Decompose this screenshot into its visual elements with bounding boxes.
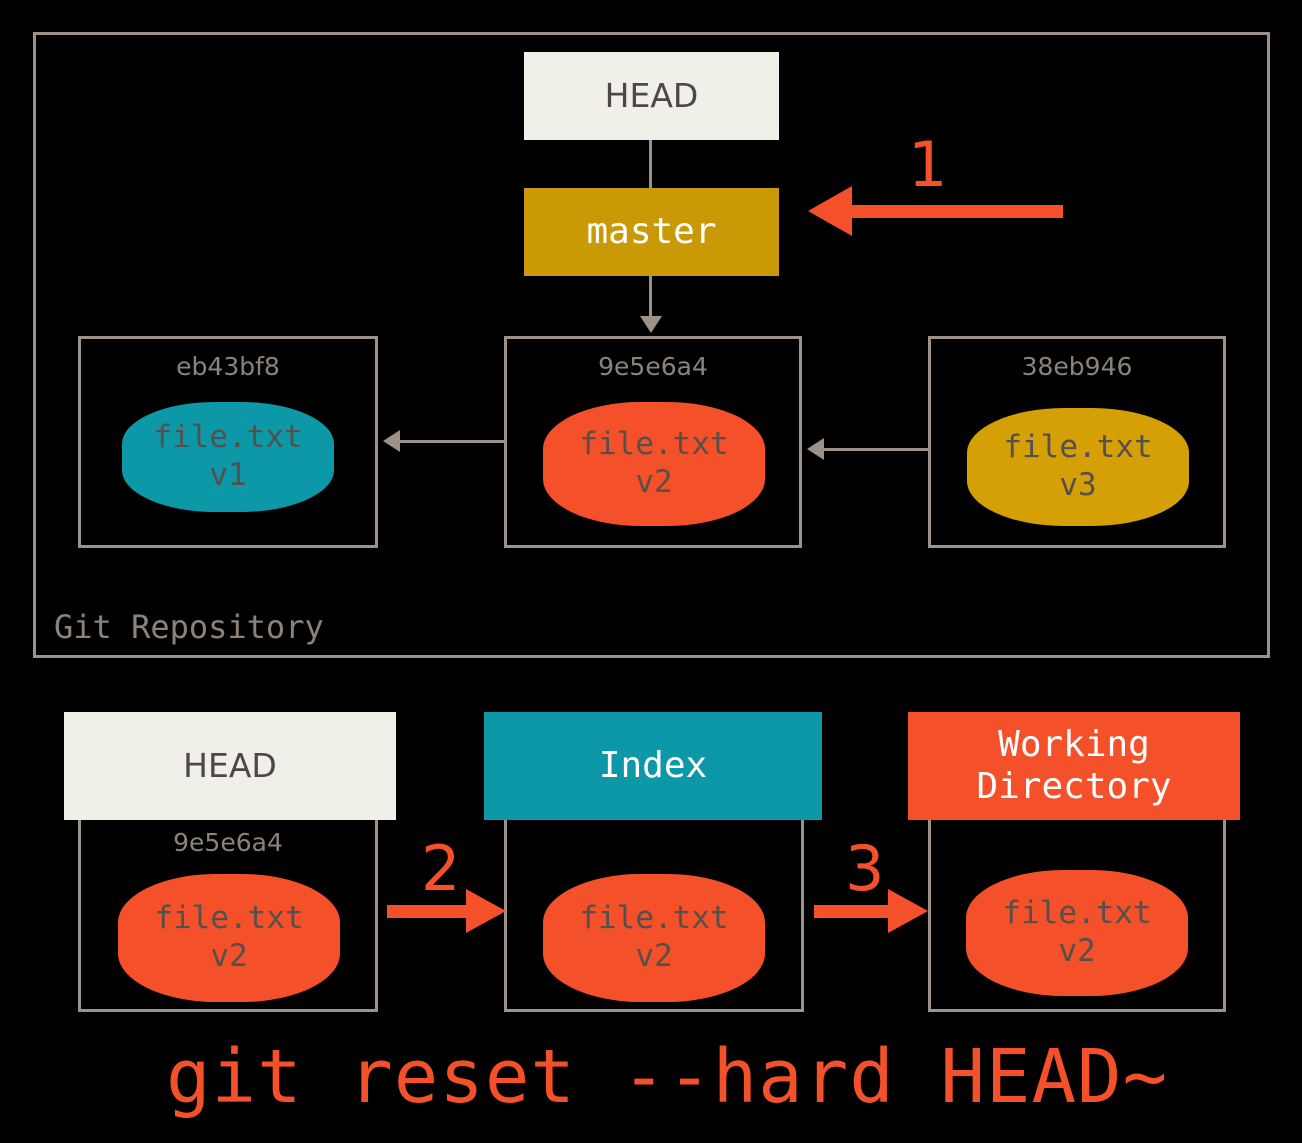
repo-branch-master-box[interactable]: master xyxy=(524,188,779,276)
master-to-commit-line xyxy=(649,276,652,318)
commit-blob-3: file.txt v3 xyxy=(967,408,1189,526)
commit3-to-commit2-line xyxy=(824,448,928,451)
command-caption: git reset --hard HEAD~ xyxy=(166,1034,1169,1120)
commit-file-2: file.txt xyxy=(579,426,729,463)
step-1-arrow-head xyxy=(808,186,852,236)
area-working-directory-label-line1: Working xyxy=(998,723,1150,765)
area-head-sha: 9e5e6a4 xyxy=(173,828,283,857)
master-to-commit-arrowhead xyxy=(640,316,662,333)
area-index-version: v2 xyxy=(635,938,673,974)
area-head-file: file.txt xyxy=(154,900,304,937)
commit-version-1: v1 xyxy=(209,457,247,493)
step-1-number: 1 xyxy=(908,128,948,201)
area-index-file: file.txt xyxy=(579,900,729,937)
repo-branch-master-label: master xyxy=(586,210,717,252)
commit-file-3: file.txt xyxy=(1003,429,1153,466)
step-3-number: 3 xyxy=(845,832,885,905)
area-head-version: v2 xyxy=(210,938,248,974)
step-2-arrow-head xyxy=(466,889,506,933)
area-head-header[interactable]: HEAD xyxy=(64,712,396,820)
commit2-to-commit1-line xyxy=(400,440,504,443)
commit-sha-1: eb43bf8 xyxy=(176,352,280,381)
repo-head-label: HEAD xyxy=(604,75,699,115)
step-1-arrow-shaft xyxy=(852,205,1063,218)
step-2-arrow-shaft xyxy=(387,905,477,918)
area-index-blob: file.txt v2 xyxy=(543,874,765,1002)
commit3-to-commit2-arrowhead xyxy=(807,438,824,460)
area-working-directory-blob: file.txt v2 xyxy=(966,870,1188,996)
area-head-blob: file.txt v2 xyxy=(118,874,340,1002)
area-head-label: HEAD xyxy=(183,745,277,785)
commit-file-1: file.txt xyxy=(153,419,303,456)
commit-version-2: v2 xyxy=(635,464,673,500)
commit-version-3: v3 xyxy=(1059,467,1097,503)
step-2-number: 2 xyxy=(421,832,461,905)
commit2-to-commit1-arrowhead xyxy=(383,430,400,452)
git-repository-label: Git Repository xyxy=(54,608,324,646)
area-working-directory-file: file.txt xyxy=(1002,895,1152,932)
repo-head-box[interactable]: HEAD xyxy=(524,52,779,140)
commit-blob-2: file.txt v2 xyxy=(543,402,765,526)
area-working-directory-label-line2: Directory xyxy=(976,766,1172,807)
commit-sha-3: 38eb946 xyxy=(1021,352,1133,381)
area-index-label: Index xyxy=(598,744,708,786)
head-to-master-line xyxy=(649,140,652,188)
area-working-directory-version: v2 xyxy=(1058,933,1096,969)
commit-blob-1: file.txt v1 xyxy=(122,402,334,512)
area-working-directory-header[interactable]: Working Directory xyxy=(908,712,1240,820)
step-3-arrow-shaft xyxy=(814,905,899,918)
area-index-header[interactable]: Index xyxy=(484,712,822,820)
step-3-arrow-head xyxy=(888,889,928,933)
commit-sha-2: 9e5e6a4 xyxy=(598,352,708,381)
git-reset-hard-diagram: HEAD master 1 eb43bf8 file.txt v1 9e5e6a… xyxy=(0,0,1302,1143)
